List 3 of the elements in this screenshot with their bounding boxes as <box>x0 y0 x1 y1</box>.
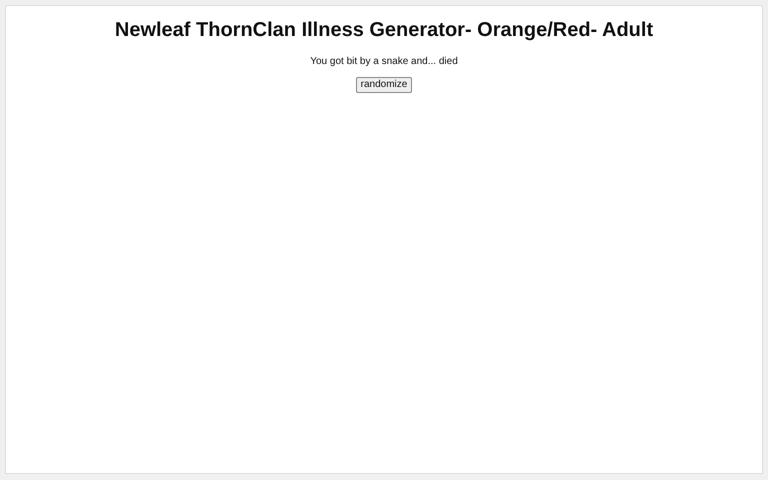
result-text: You got bit by a snake and... died <box>309 55 459 69</box>
page-title: Newleaf ThornClan Illness Generator- Orange/Red- Adult <box>114 18 654 42</box>
randomize-button[interactable]: randomize <box>356 77 412 93</box>
